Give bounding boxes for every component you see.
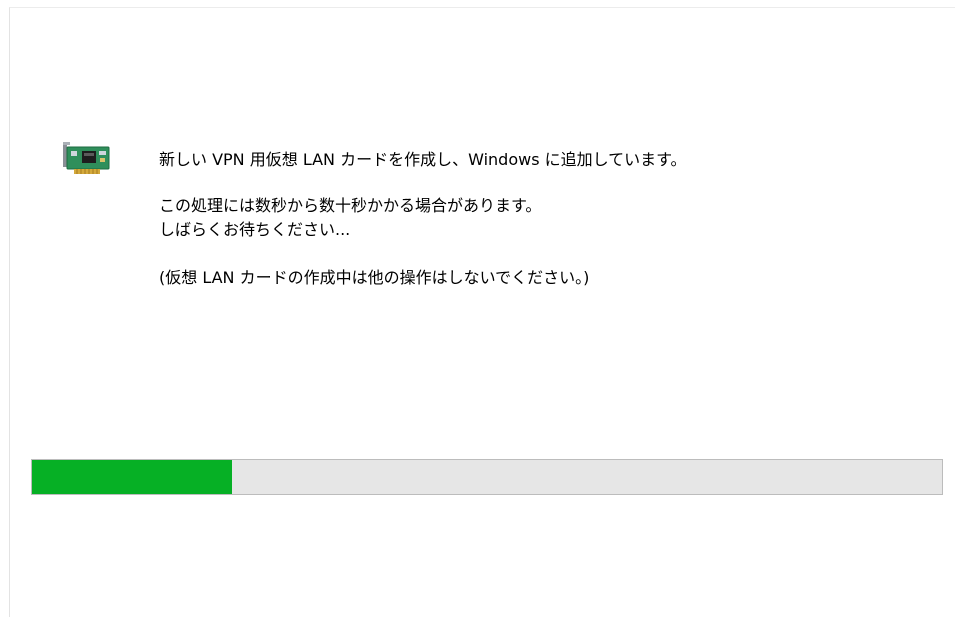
- progress-bar-fill: [32, 460, 233, 494]
- message-line-creating: 新しい VPN 用仮想 LAN カードを作成し、Windows に追加しています…: [159, 150, 687, 169]
- message-line-wait: しばらくお待ちください...: [159, 220, 351, 239]
- message-line-duration: この処理には数秒から数十秒かかる場合があります。: [159, 196, 542, 215]
- progress-bar: [31, 459, 943, 495]
- status-message: 新しい VPN 用仮想 LAN カードを作成し、Windows に追加しています…: [159, 148, 919, 290]
- vpn-setup-window: [9, 7, 955, 617]
- message-line-warning: (仮想 LAN カードの作成中は他の操作はしないでください。): [159, 268, 590, 287]
- network-card-icon: [63, 142, 110, 174]
